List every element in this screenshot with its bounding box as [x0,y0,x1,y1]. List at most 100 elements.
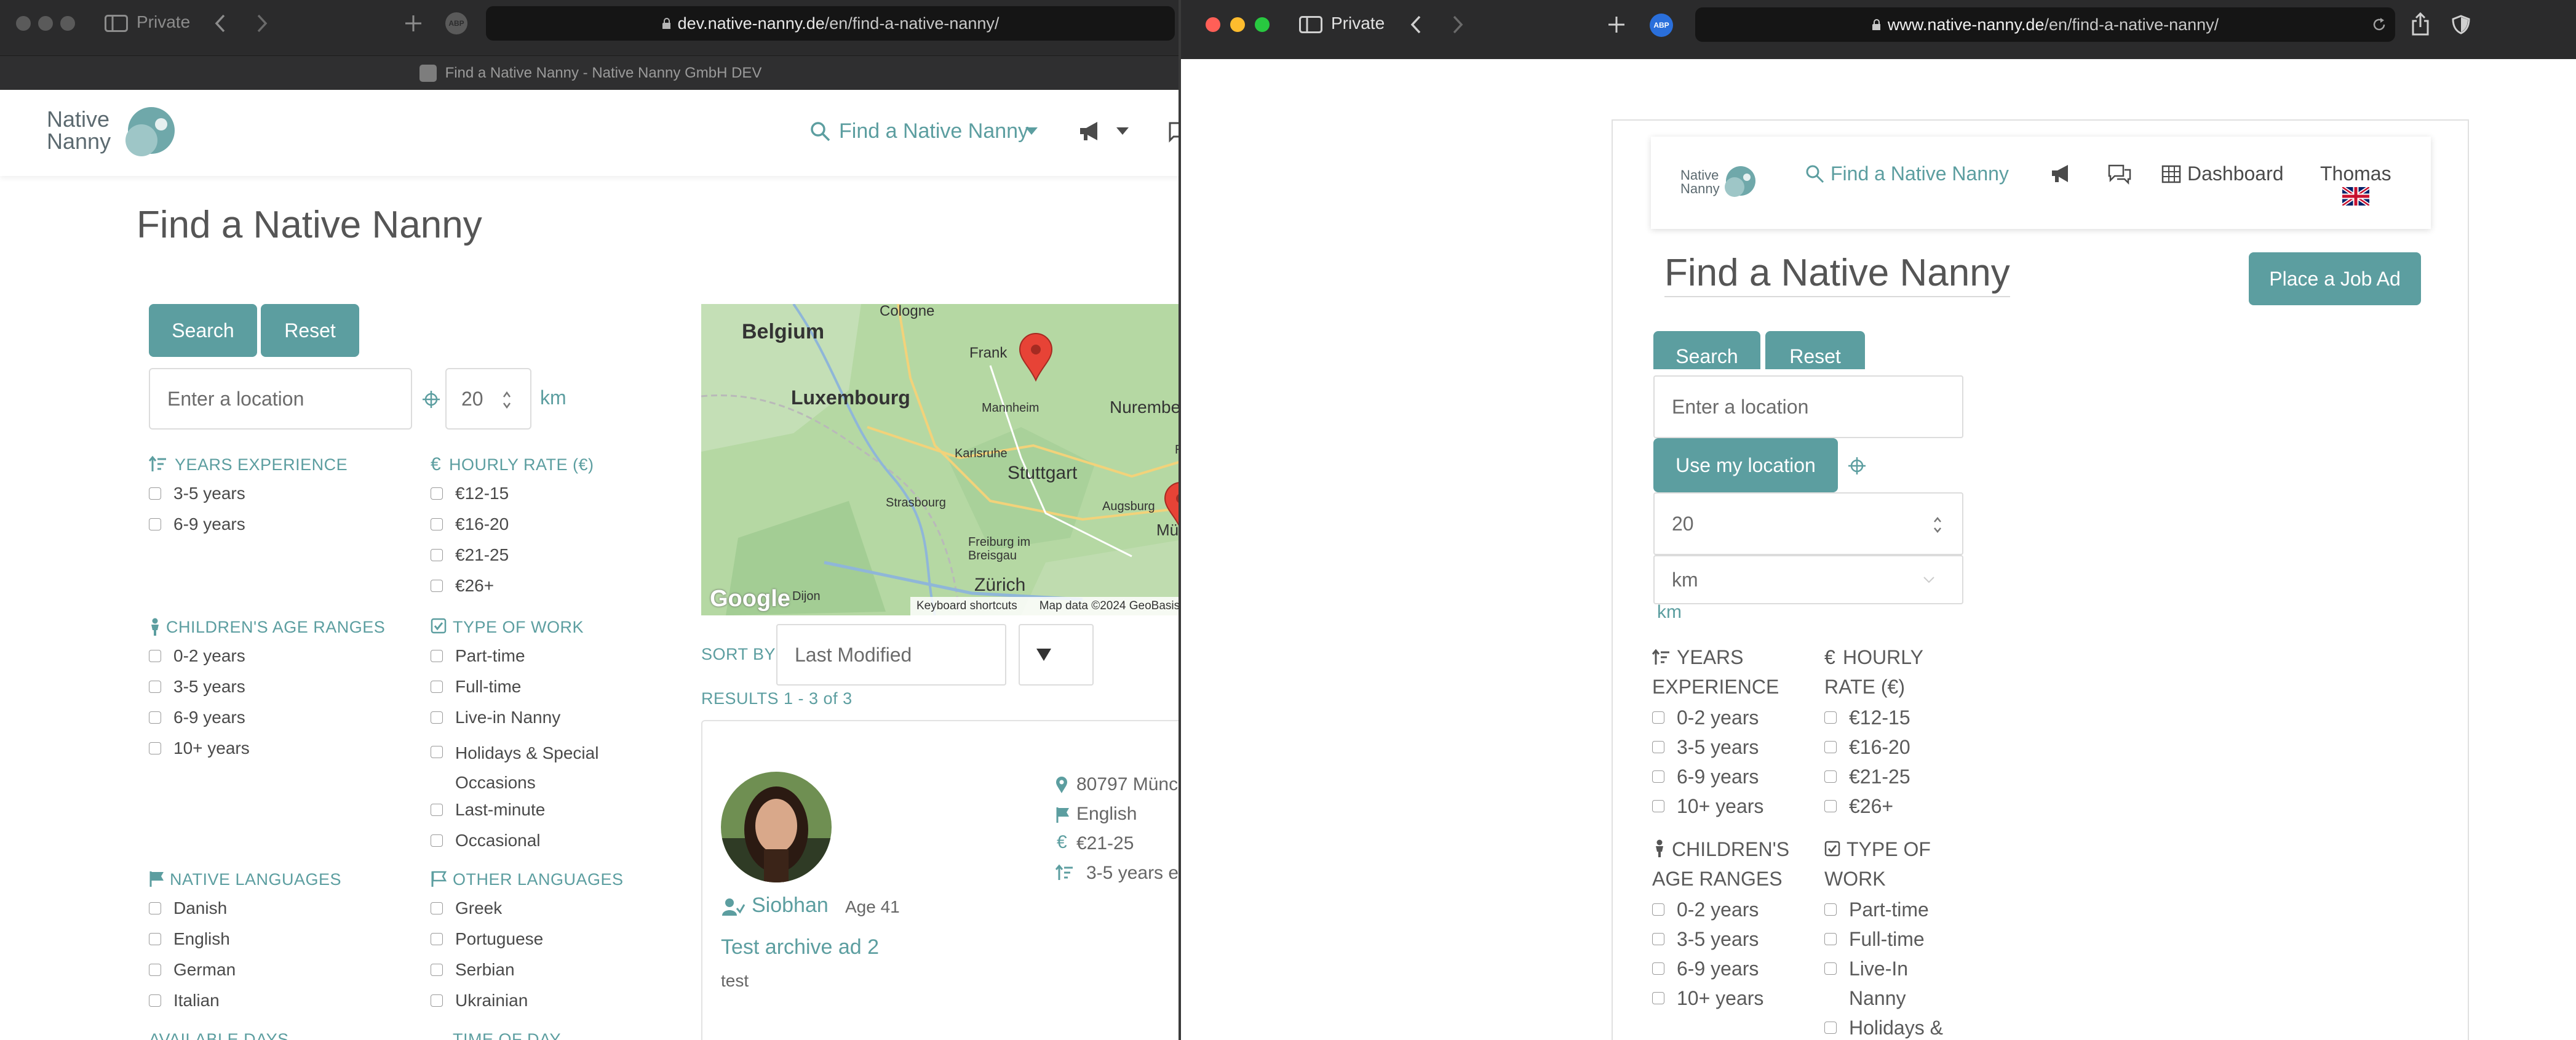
stepper-icon[interactable] [502,390,512,410]
filter-rate-option[interactable]: €26+ [431,576,494,596]
location-input[interactable]: Enter a location [149,368,412,430]
filter-work-option[interactable]: Live-In [1824,954,1908,983]
share-icon[interactable] [2411,12,2430,36]
zoom-window-button[interactable] [1255,17,1270,32]
adblock-icon[interactable]: ABP [445,12,467,34]
filter-native-language-option[interactable]: English [149,929,230,949]
page-panel: Native Nanny Find a Native Nanny Dashboa… [1612,119,2469,1040]
close-window-button[interactable] [1206,17,1220,32]
new-tab-icon[interactable] [1607,15,1626,34]
filter-native-language-option[interactable]: German [149,960,236,980]
filter-years-option[interactable]: 6-9 years [149,514,245,534]
zoom-window-button[interactable] [60,16,75,31]
adblock-icon[interactable]: ABP [1650,14,1673,37]
uk-flag-icon[interactable] [2342,187,2369,206]
nav-dashboard[interactable]: Dashboard [2187,162,2284,185]
filter-other-language-option[interactable]: Portuguese [431,929,543,949]
filter-age-option[interactable]: 0-2 years [149,646,245,666]
filter-work-option[interactable]: Holidays & Special Occasions [431,738,615,798]
nav-user[interactable]: Thomas [2320,162,2391,185]
crosshair-icon[interactable] [1848,457,1866,475]
filter-years-option[interactable]: 6-9 years [1652,762,1759,791]
back-icon[interactable] [214,14,226,33]
use-my-location-button[interactable]: Use my location [1653,438,1838,492]
back-icon[interactable] [1410,15,1422,34]
radius-input[interactable]: 20 [1653,492,1963,555]
filter-years-option[interactable]: 10+ years [1652,791,1763,821]
stepper-icon[interactable] [1933,516,1942,534]
close-window-button[interactable] [16,16,31,31]
filter-work-option[interactable]: Occasional [431,831,541,850]
megaphone-icon[interactable] [1079,121,1102,143]
reload-icon[interactable] [2372,17,2387,32]
filter-years-option[interactable]: 3-5 years [1652,732,1759,762]
filter-age-option[interactable]: 6-9 years [1652,954,1759,983]
avatar[interactable] [720,770,833,884]
filter-other-language-option[interactable]: Greek [431,898,502,918]
forward-icon[interactable] [1452,15,1464,34]
nav-find-nanny[interactable]: Find a Native Nanny [1831,162,2009,185]
sidebar-icon[interactable] [1299,16,1322,33]
map[interactable]: Cologne Belgium Frank Luxembourg Mannhei… [701,304,1181,615]
filter-rate-option[interactable]: €12-15 [431,484,509,503]
filter-rate-option[interactable]: €16-20 [431,514,509,534]
new-tab-icon[interactable] [403,14,423,33]
filter-rate-option[interactable]: €16-20 [1824,732,1910,762]
filter-work-option[interactable]: Holidays & [1824,1013,1943,1040]
filter-age-option[interactable]: 3-5 years [149,677,245,697]
sort-select[interactable]: Last Modified [776,624,1006,686]
privacy-shield-icon[interactable] [2452,15,2470,34]
location-input[interactable]: Enter a location [1653,375,1963,438]
filter-age-option[interactable]: 3-5 years [1652,924,1759,954]
chat-icon[interactable] [2107,164,2132,185]
sidebar-icon[interactable] [105,15,128,32]
megaphone-icon[interactable] [2051,164,2073,185]
site-logo[interactable]: Native Nanny [1680,169,1720,196]
filter-native-language-option[interactable]: Italian [149,991,220,1010]
filter-rate-option[interactable]: €21-25 [431,545,509,565]
filter-age-option[interactable]: 6-9 years [149,708,245,727]
filter-rate-option[interactable]: €26+ [1824,791,1893,821]
radius-input[interactable]: 20 [445,368,531,430]
unit-select[interactable]: km [1653,555,1963,604]
crosshair-icon[interactable] [422,390,440,409]
active-tab[interactable]: Find a Native Nanny - Native Nanny GmbH … [0,55,1181,90]
filter-work-option[interactable]: Part-time [1824,895,1929,924]
chevron-down-icon[interactable] [1116,127,1129,135]
sort-direction-select[interactable] [1019,624,1094,686]
search-button[interactable]: Search [1653,331,1760,369]
filter-years-option[interactable]: 3-5 years [149,484,245,503]
minimize-window-button[interactable] [38,16,53,31]
lock-icon [1872,19,1880,30]
filter-age-option[interactable]: 0-2 years [1652,895,1759,924]
filter-other-language-option[interactable]: Serbian [431,960,515,980]
site-logo[interactable]: Native Nanny [47,108,111,153]
address-bar[interactable]: dev.native-nanny.de/en/find-a-native-nan… [486,6,1175,41]
filter-age-option[interactable]: 10+ years [149,738,250,758]
filter-rate-option[interactable]: €12-15 [1824,703,1910,732]
filter-native-language-option[interactable]: Danish [149,898,227,918]
reset-button[interactable]: Reset [1765,331,1865,369]
reset-button[interactable]: Reset [261,304,359,357]
chevron-down-icon[interactable] [1025,127,1038,135]
result-card[interactable]: Siobhan Age 41 Test archive ad 2 test 80… [701,720,1181,1040]
map-pin-icon[interactable] [1017,332,1054,382]
filter-years-option[interactable]: 0-2 years [1652,703,1759,732]
nav-find-nanny[interactable]: Find a Native Nanny [839,119,1028,143]
filter-work-option[interactable]: Live-in Nanny [431,708,560,727]
filter-work-option[interactable]: Full-time [1824,924,1925,954]
filter-work-option[interactable]: Full-time [431,677,521,697]
filter-age-option[interactable]: 10+ years [1652,983,1763,1013]
keyboard-shortcuts-link[interactable]: Keyboard shortcuts [916,599,1017,613]
filter-rate-option[interactable]: €21-25 [1824,762,1910,791]
place-job-ad-button[interactable]: Place a Job Ad [2249,252,2421,305]
nanny-name[interactable]: Siobhan [752,894,829,918]
filter-work-option[interactable]: Last-minute [431,800,545,820]
address-bar[interactable]: www.native-nanny.de/en/find-a-native-nan… [1695,7,2395,42]
ad-title[interactable]: Test archive ad 2 [721,935,879,959]
minimize-window-button[interactable] [1230,17,1245,32]
forward-icon[interactable] [256,14,268,33]
search-button[interactable]: Search [149,304,257,357]
filter-other-language-option[interactable]: Ukrainian [431,991,528,1010]
filter-work-option[interactable]: Part-time [431,646,525,666]
